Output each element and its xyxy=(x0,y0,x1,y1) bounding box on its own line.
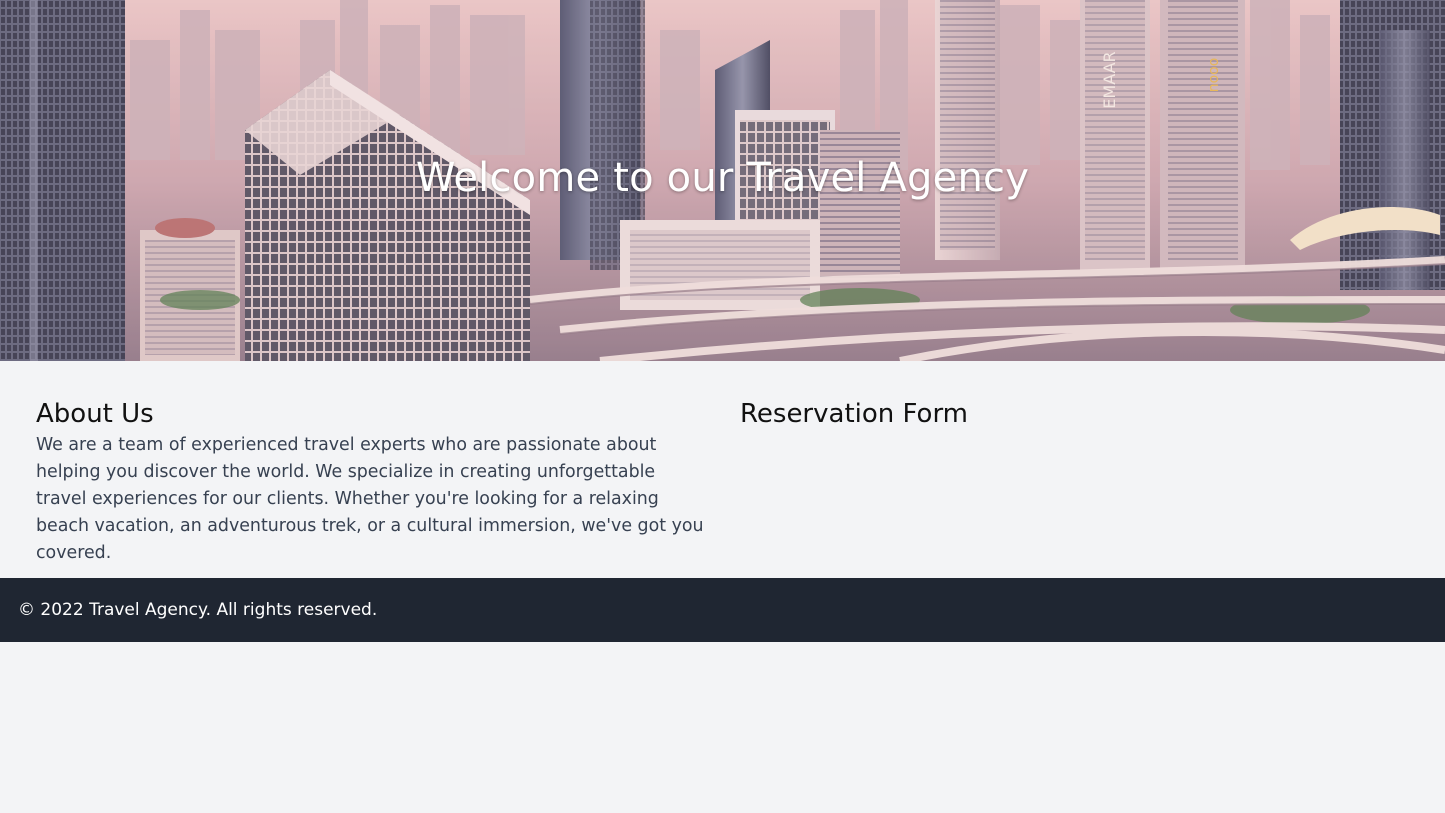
about-heading: About Us xyxy=(36,399,154,429)
about-text: We are a team of experienced travel expe… xyxy=(36,435,704,564)
reservation-heading: Reservation Form xyxy=(740,399,969,429)
footer: © 2022 Travel Agency. All rights reserve… xyxy=(0,578,1445,642)
main-content: About Us We are a team of experienced tr… xyxy=(0,361,1445,578)
hero-banner: EMAAR nooo Welcome to our Travel Agency xyxy=(0,0,1445,361)
reservation-section: Reservation Form xyxy=(740,399,1409,578)
copyright-text: © 2022 Travel Agency. All rights reserve… xyxy=(18,600,378,620)
hero-title: Welcome to our Travel Agency xyxy=(415,155,1030,201)
about-section: About Us We are a team of experienced tr… xyxy=(36,399,704,578)
